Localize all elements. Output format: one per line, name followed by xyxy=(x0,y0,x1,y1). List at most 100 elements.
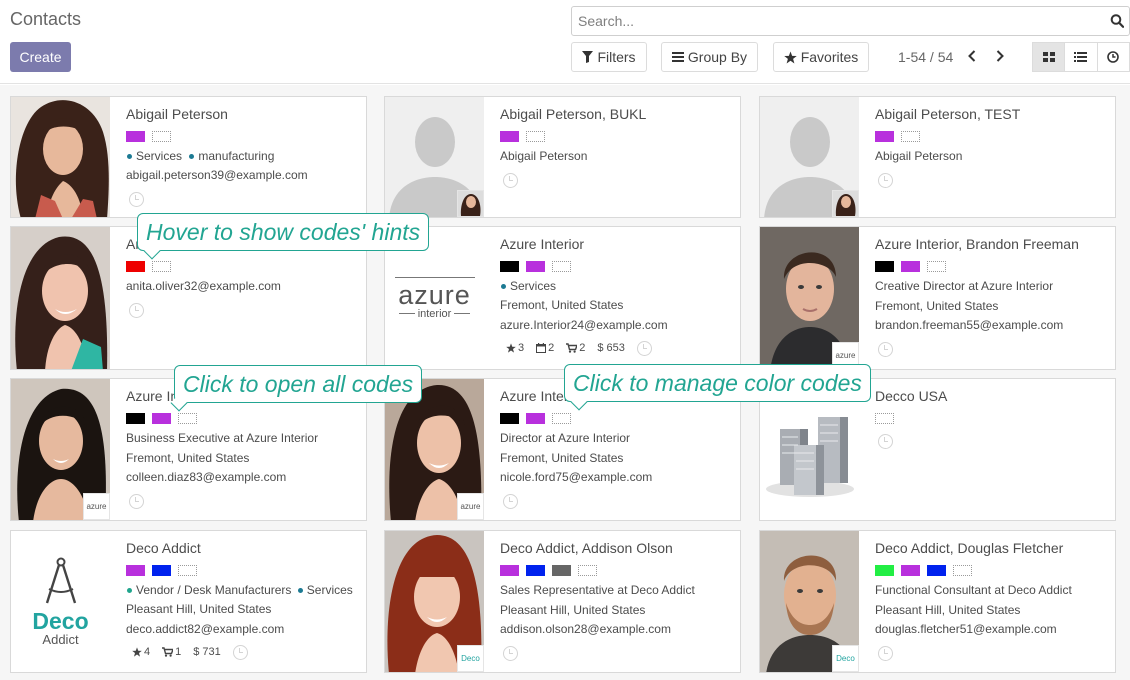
color-tag[interactable] xyxy=(500,413,519,424)
activity-clock-icon[interactable] xyxy=(636,340,652,356)
color-tag-empty[interactable] xyxy=(578,565,597,576)
contact-card[interactable]: Abigail Peterson, BUKL Abigail Peterson xyxy=(384,96,741,218)
color-tag[interactable] xyxy=(126,131,145,142)
color-tag[interactable] xyxy=(927,565,946,576)
color-tag[interactable] xyxy=(500,131,519,142)
cart-icon xyxy=(566,343,578,353)
activity-clock-icon[interactable] xyxy=(878,341,893,357)
color-tag[interactable] xyxy=(152,565,171,576)
company-logo-deco: Deco Addict xyxy=(11,531,110,672)
color-tag-empty[interactable] xyxy=(901,131,920,142)
color-tag-empty[interactable] xyxy=(552,413,571,424)
activity-view-button[interactable] xyxy=(1096,42,1130,72)
contact-function: Functional Consultant at Deco Addict xyxy=(875,583,1072,597)
color-tag-empty[interactable] xyxy=(552,261,571,272)
color-tag-empty[interactable] xyxy=(178,565,197,576)
contact-email: brandon.freeman55@example.com xyxy=(875,318,1064,332)
color-tag-empty[interactable] xyxy=(152,131,171,142)
color-tag[interactable] xyxy=(875,131,894,142)
stat-sales[interactable]: 1 xyxy=(162,646,181,658)
hint-text: Hover to show codes' hints xyxy=(146,219,421,245)
contact-card[interactable]: Deco Deco Addict, Douglas Fletcher Funct… xyxy=(759,530,1116,673)
activity-clock-icon[interactable] xyxy=(129,191,144,207)
activity-clock-icon[interactable] xyxy=(503,172,518,188)
color-tag-empty[interactable] xyxy=(178,413,197,424)
stat-invoiced[interactable]: $ 731 xyxy=(193,646,221,658)
contact-card[interactable]: Abigail Peterson Services manufacturing … xyxy=(10,96,367,218)
search-icon[interactable] xyxy=(1110,13,1124,29)
color-tag[interactable] xyxy=(875,565,894,576)
color-tags[interactable] xyxy=(500,411,734,426)
activity-clock-icon[interactable] xyxy=(232,644,248,660)
contact-photo: azure xyxy=(760,227,859,369)
calendar-icon xyxy=(536,343,547,353)
color-tags[interactable] xyxy=(875,563,1109,578)
color-tag[interactable] xyxy=(126,261,145,272)
favorites-button[interactable]: Favorites xyxy=(773,42,869,72)
activity-clock-icon[interactable] xyxy=(878,434,893,449)
stat-opportunities[interactable]: 3 xyxy=(506,342,524,354)
company-card[interactable]: azure interior Azure Interior Services F… xyxy=(384,226,741,370)
color-tag-empty[interactable] xyxy=(152,261,171,272)
color-tags[interactable] xyxy=(500,563,734,578)
color-tag[interactable] xyxy=(500,565,519,576)
category-dot-icon xyxy=(127,153,132,159)
color-tag[interactable] xyxy=(126,565,145,576)
search-box[interactable] xyxy=(571,6,1130,36)
color-tags[interactable] xyxy=(500,259,734,274)
color-tag[interactable] xyxy=(901,565,920,576)
company-logo: azure xyxy=(83,493,110,520)
contact-card[interactable]: Deco Deco Addict, Addison Olson Sales Re… xyxy=(384,530,741,673)
activity-clock-icon[interactable] xyxy=(878,172,893,188)
stat-meetings[interactable]: 2 xyxy=(536,342,554,354)
contact-avatar-placeholder xyxy=(760,97,859,217)
pager-previous-icon[interactable] xyxy=(965,48,979,64)
create-button[interactable]: Create xyxy=(10,42,71,72)
color-tag[interactable] xyxy=(152,413,171,424)
list-view-button[interactable] xyxy=(1064,42,1098,72)
company-card[interactable]: Deco Addict Deco Addict Vendor / Desk Ma… xyxy=(10,530,367,673)
color-tag[interactable] xyxy=(526,413,545,424)
search-input[interactable] xyxy=(578,13,1098,29)
contact-photo xyxy=(11,227,110,369)
pager-next-icon[interactable] xyxy=(993,48,1007,64)
group-by-button[interactable]: Group By xyxy=(661,42,758,72)
stat-opportunities[interactable]: 4 xyxy=(132,646,150,658)
color-tags[interactable] xyxy=(875,129,1109,144)
stat-sales[interactable]: 2 xyxy=(566,342,585,354)
activity-clock-icon[interactable] xyxy=(878,645,893,661)
color-tag-empty[interactable] xyxy=(526,131,545,142)
color-tag[interactable] xyxy=(526,261,545,272)
color-tag[interactable] xyxy=(126,413,145,424)
color-tags[interactable] xyxy=(126,411,360,426)
activity-clock-icon[interactable] xyxy=(503,493,518,509)
color-tags[interactable] xyxy=(126,259,360,274)
stat-invoiced[interactable]: $ 653 xyxy=(597,342,625,354)
color-tag[interactable] xyxy=(901,261,920,272)
color-tag-empty[interactable] xyxy=(927,261,946,272)
activity-clock-icon[interactable] xyxy=(129,493,144,509)
color-tag-empty[interactable] xyxy=(875,413,894,424)
activity-clock-icon[interactable] xyxy=(503,645,518,661)
color-tag[interactable] xyxy=(875,261,894,272)
filters-button[interactable]: Filters xyxy=(571,42,647,72)
color-tags[interactable] xyxy=(875,259,1109,274)
color-tags[interactable] xyxy=(875,411,1109,426)
color-tag-empty[interactable] xyxy=(953,565,972,576)
color-tags[interactable] xyxy=(500,129,734,144)
contact-card[interactable]: Abigail Peterson, TEST Abigail Peterson xyxy=(759,96,1116,218)
color-tags[interactable] xyxy=(126,563,360,578)
contact-photo: Deco xyxy=(385,531,484,672)
logo-subtitle: interior xyxy=(398,308,471,320)
color-tag[interactable] xyxy=(552,565,571,576)
category-dot-icon xyxy=(189,153,195,159)
kanban-view-button[interactable] xyxy=(1032,42,1066,72)
color-tag[interactable] xyxy=(500,261,519,272)
contact-email: addison.olson28@example.com xyxy=(500,622,671,636)
activity-clock-icon[interactable] xyxy=(129,302,144,318)
color-tag[interactable] xyxy=(526,565,545,576)
pager-value[interactable]: 1-54 / 54 xyxy=(898,49,953,65)
contact-email: douglas.fletcher51@example.com xyxy=(875,622,1057,636)
color-tags[interactable] xyxy=(126,129,360,144)
contact-card[interactable]: azure Azure Interior, Brandon Freeman Cr… xyxy=(759,226,1116,370)
